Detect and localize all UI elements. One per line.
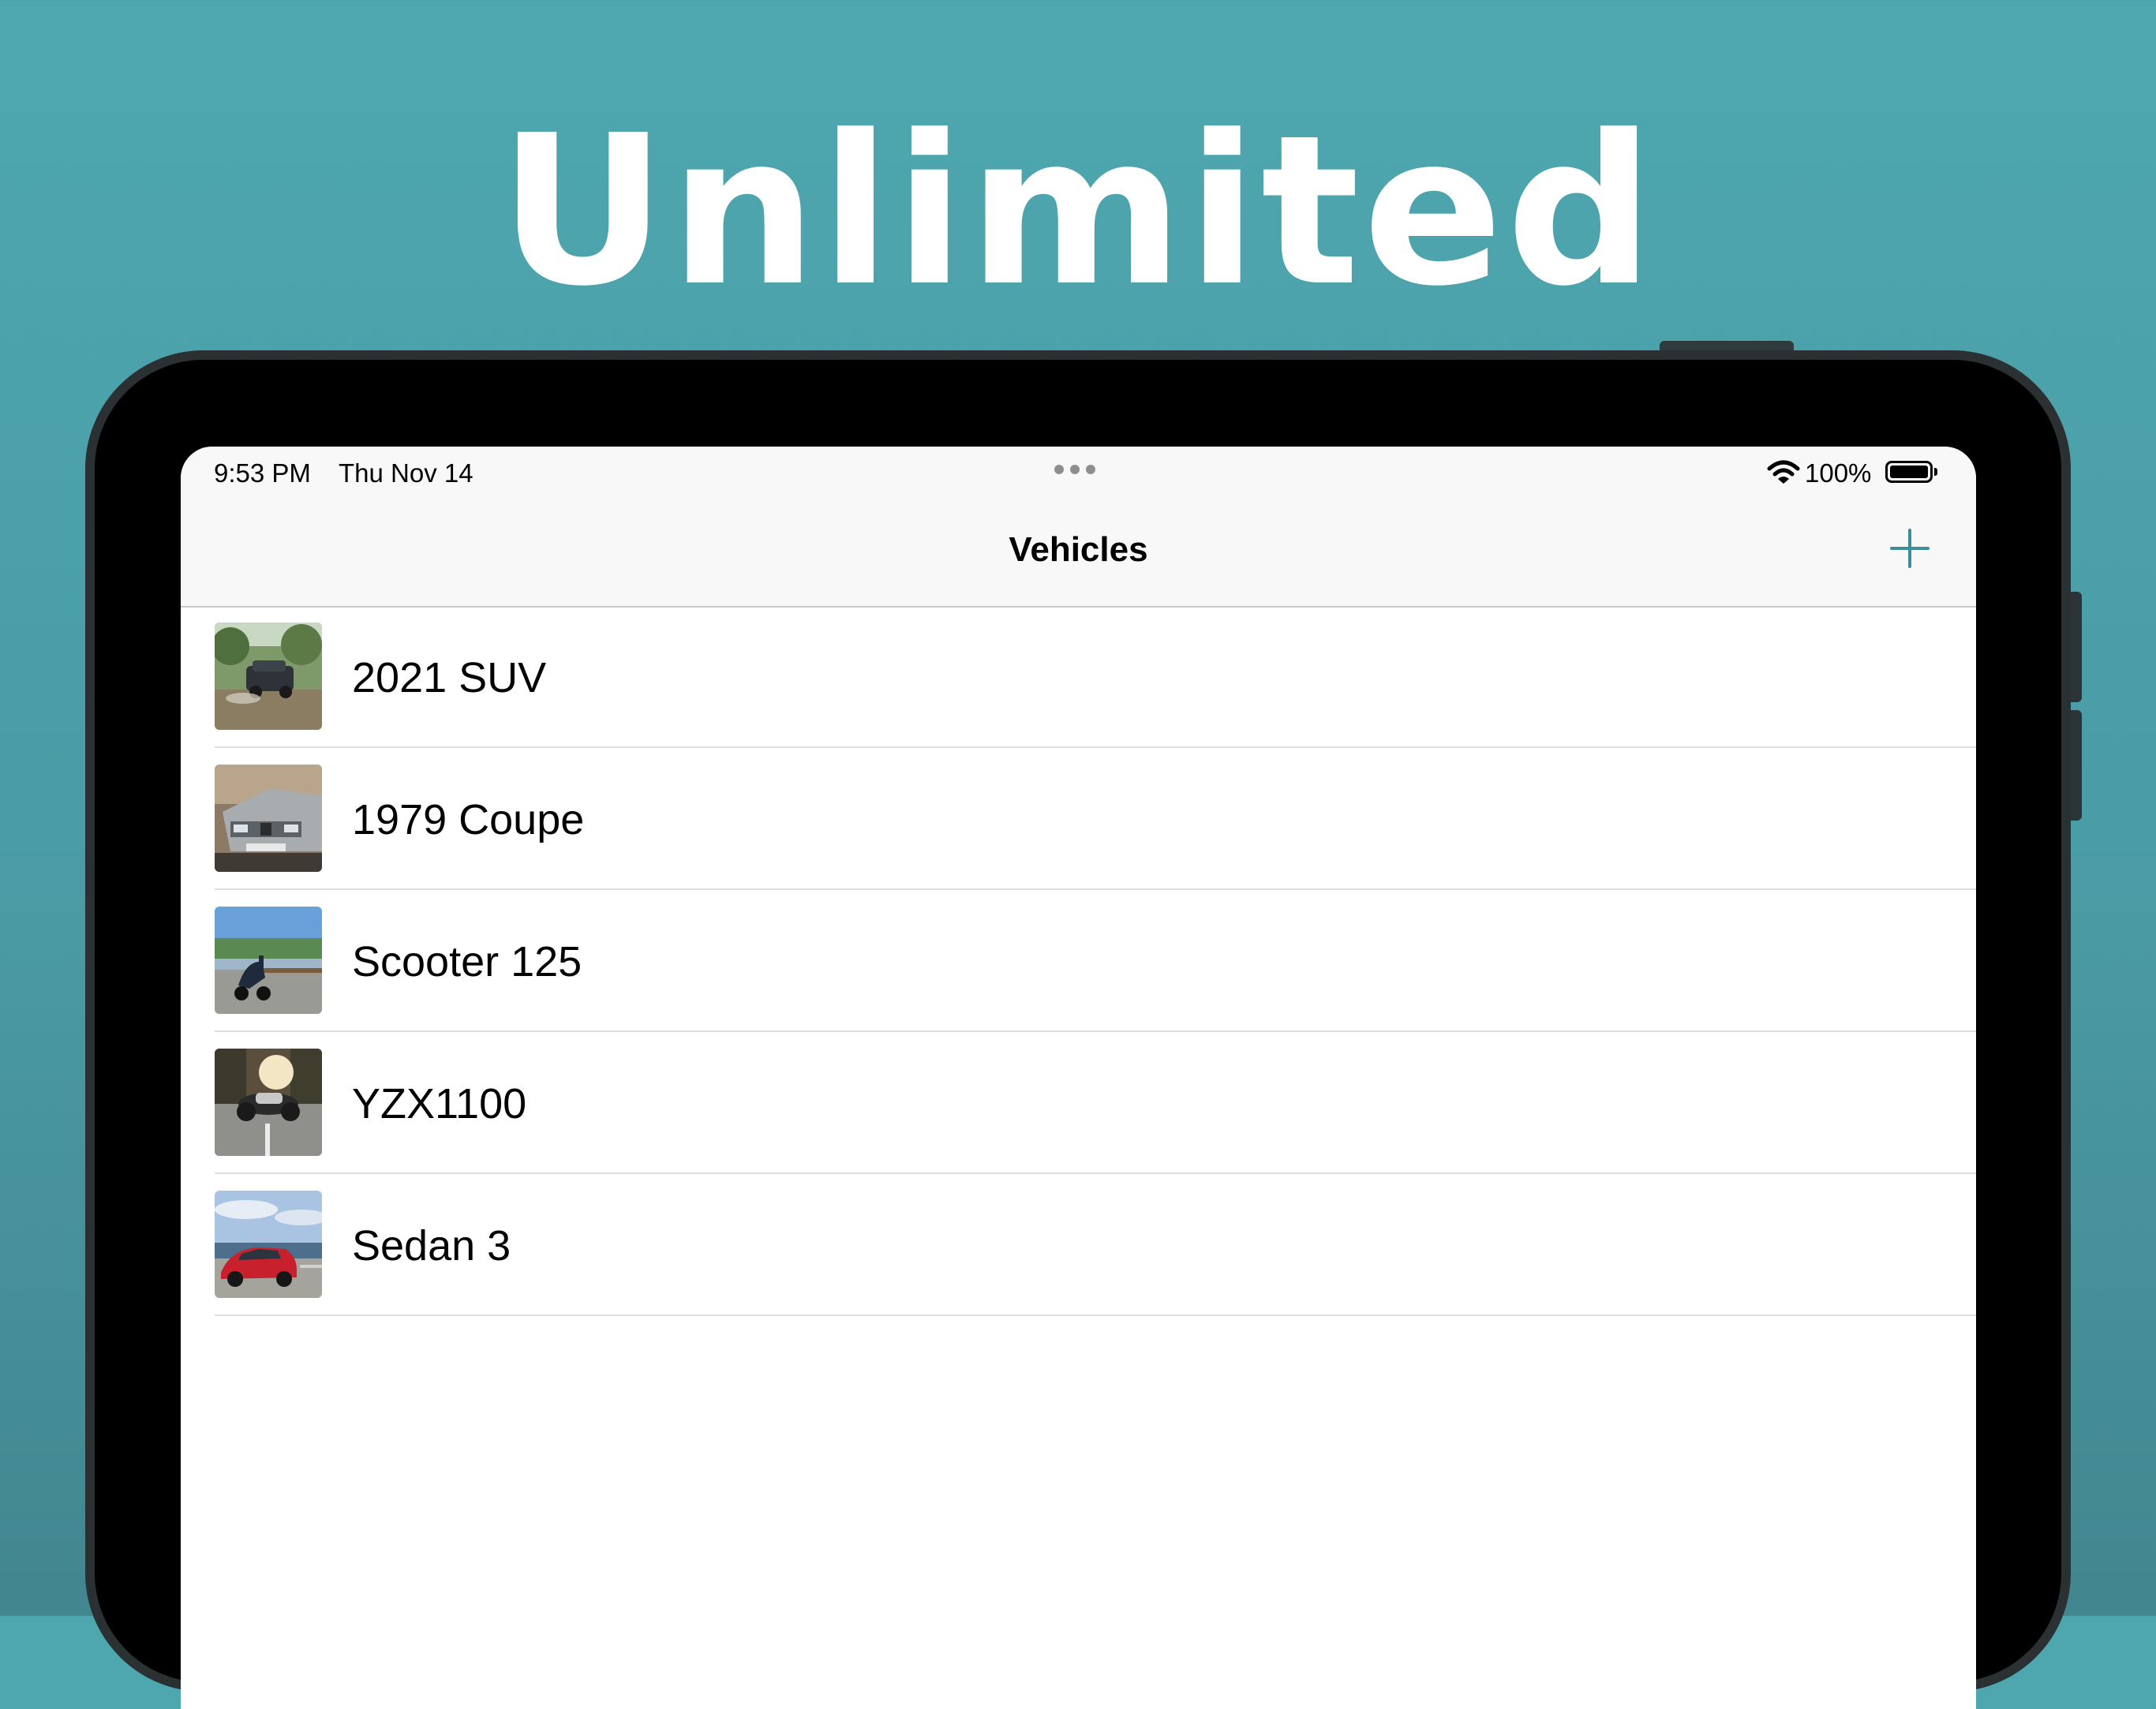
multitasking-dots-icon[interactable] xyxy=(1054,465,1095,474)
vehicle-name: 2021 SUV xyxy=(352,654,547,701)
vehicle-list: 2021 SUV 1979 Coupe Scooter 125 YZX1100 … xyxy=(181,606,1976,1316)
vehicle-name: 1979 Coupe xyxy=(352,796,585,843)
list-item[interactable]: YZX1100 xyxy=(215,1032,1976,1174)
list-item[interactable]: Scooter 125 xyxy=(215,890,1976,1032)
sedan-thumbnail xyxy=(215,1191,322,1298)
list-item[interactable]: 2021 SUV xyxy=(215,606,1976,748)
plus-icon[interactable] xyxy=(1885,524,1934,573)
list-item[interactable]: Sedan 3 xyxy=(215,1174,1976,1316)
scooter-thumbnail xyxy=(215,907,322,1014)
motorcycle-thumbnail xyxy=(215,1049,322,1156)
vehicle-name: YZX1100 xyxy=(352,1080,527,1127)
page-title: Vehicles xyxy=(1009,530,1148,569)
device-volume-up-button xyxy=(2071,592,2082,702)
battery-cap xyxy=(1934,468,1937,476)
list-item[interactable]: 1979 Coupe xyxy=(215,748,1976,890)
app-screen: 9:53 PM Thu Nov 14 100% Vehicles 2021 SU… xyxy=(181,447,1976,1709)
navigation-bar: 9:53 PM Thu Nov 14 100% Vehicles xyxy=(181,447,1976,608)
status-time: 9:53 PM xyxy=(214,458,311,488)
wifi-icon xyxy=(1767,460,1800,484)
coupe-thumbnail xyxy=(215,765,322,872)
device-volume-down-button xyxy=(2071,710,2082,821)
suv-thumbnail xyxy=(215,623,322,730)
vehicle-name: Sedan 3 xyxy=(352,1222,511,1270)
battery-percentage: 100% xyxy=(1805,458,1872,488)
status-date: Thu Nov 14 xyxy=(339,458,473,488)
vehicle-name: Scooter 125 xyxy=(352,938,582,985)
battery-icon xyxy=(1885,461,1933,483)
